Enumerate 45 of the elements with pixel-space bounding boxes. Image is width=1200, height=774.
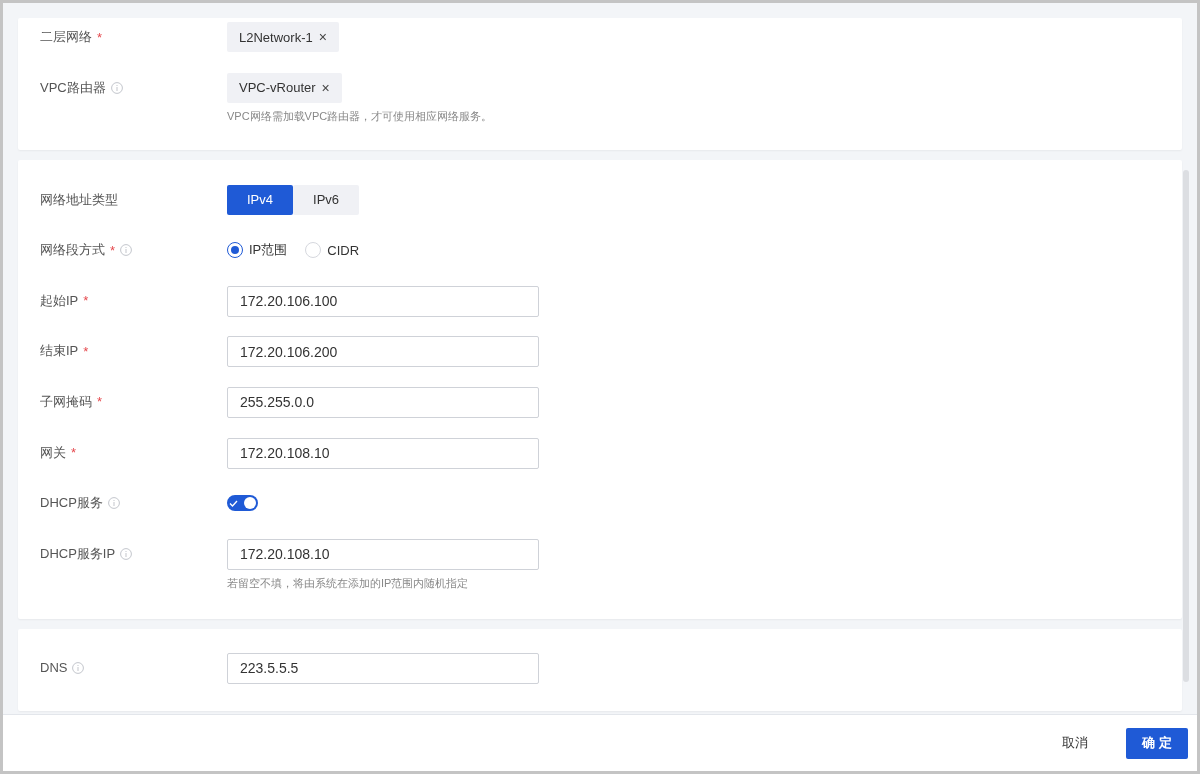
required-asterisk: *	[71, 445, 77, 461]
field-label: 网关	[40, 443, 66, 462]
tag-label: VPC-vRouter	[239, 80, 316, 96]
info-icon	[120, 244, 133, 257]
selected-tag[interactable]: L2Network-1 ×	[227, 22, 339, 52]
required-asterisk: *	[97, 394, 103, 410]
text-input[interactable]: 172.20.108.10	[227, 437, 539, 469]
segment-button[interactable]: IPv4	[227, 184, 293, 215]
confirm-button[interactable]: 确 定	[1126, 727, 1188, 759]
text-input[interactable]: 223.5.5.5	[227, 652, 539, 684]
text-input[interactable]: 172.20.106.100	[227, 285, 539, 317]
scrollbar-thumb[interactable]	[1183, 170, 1189, 682]
field-label: 网络段方式	[40, 241, 105, 260]
help-text: VPC网络需加载VPC路由器，才可使用相应网络服务。	[227, 108, 493, 124]
radio-label[interactable]: CIDR	[327, 242, 360, 258]
tag-remove[interactable]: ×	[321, 79, 330, 96]
tag-label: L2Network-1	[239, 29, 313, 45]
radio-label[interactable]: IP范围	[249, 241, 288, 260]
required-asterisk: *	[110, 242, 116, 258]
text-input[interactable]: 172.20.106.200	[227, 336, 539, 368]
text-input[interactable]: 172.20.108.10	[227, 538, 539, 570]
segment-button[interactable]: IPv6	[293, 184, 360, 215]
cancel-button[interactable]: 取消	[1046, 727, 1105, 759]
required-asterisk: *	[83, 293, 89, 309]
field-label: DHCP服务IP	[40, 544, 116, 563]
field-label: DNS	[40, 660, 68, 676]
selected-tag[interactable]: VPC-vRouter ×	[227, 72, 342, 103]
field-label: 网络地址类型	[40, 190, 118, 209]
toggle-switch[interactable]	[227, 495, 258, 512]
required-asterisk: *	[97, 29, 103, 45]
info-icon	[120, 547, 133, 560]
field-label: 二层网络	[40, 28, 92, 46]
info-icon	[110, 81, 123, 94]
help-text: 若留空不填，将由系统在添加的IP范围内随机指定	[227, 575, 469, 591]
info-icon	[107, 497, 120, 510]
tag-remove[interactable]: ×	[318, 29, 327, 45]
field-label: 起始IP	[40, 291, 79, 310]
field-label: 子网掩码	[40, 392, 92, 411]
info-icon	[72, 661, 85, 674]
check-icon	[229, 499, 238, 507]
field-label: DHCP服务	[40, 494, 103, 513]
required-asterisk: *	[83, 343, 89, 359]
field-label: 结束IP	[40, 342, 79, 361]
field-label: VPC路由器	[40, 78, 106, 97]
text-input[interactable]: 255.255.0.0	[227, 386, 539, 418]
